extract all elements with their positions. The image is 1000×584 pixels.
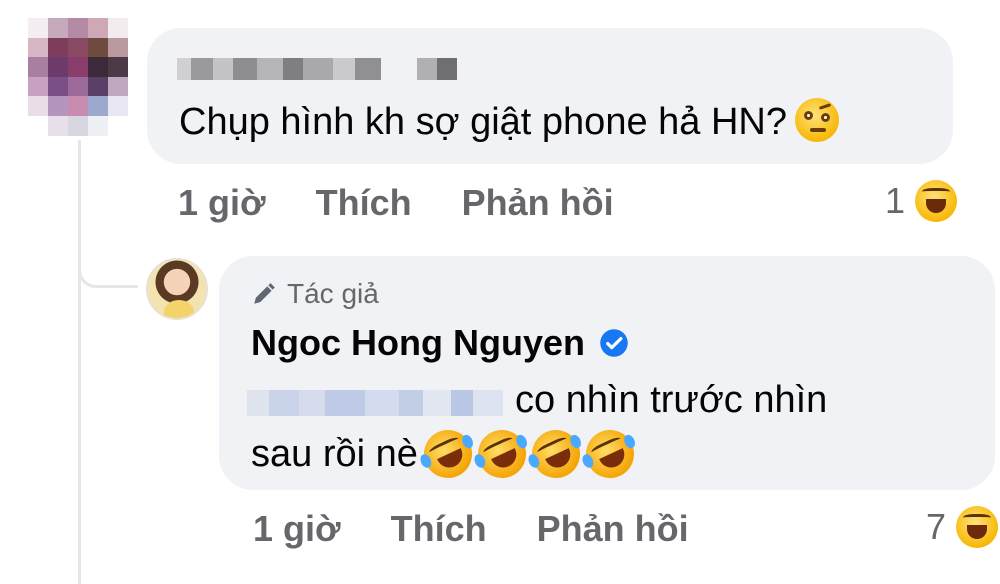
rofl-emoji-icon (415, 422, 480, 486)
reply-actions: 1 giờ Thích Phản hồi (253, 508, 689, 550)
author-badge-label: Tác giả (287, 278, 379, 309)
raised-eyebrow-emoji-icon (794, 97, 839, 142)
blurred-commenter-name[interactable] (177, 58, 457, 80)
reaction-count: 1 (885, 180, 906, 221)
commenter-avatar[interactable] (28, 18, 128, 136)
comment-text-content: Chụp hình kh sợ giật phone hả HN? (179, 101, 787, 143)
comment-timestamp[interactable]: 1 giờ (178, 182, 266, 224)
reply-text-line-2-content: sau rồi nè (251, 433, 418, 475)
reply-timestamp[interactable]: 1 giờ (253, 508, 341, 550)
blurred-mention-tag[interactable] (247, 390, 503, 416)
haha-reaction-icon (956, 506, 999, 548)
reply-text-line-2: sau rồi nè (251, 422, 642, 486)
rofl-emoji-icon (577, 422, 642, 486)
pen-icon (254, 283, 275, 304)
rofl-emoji-icon (469, 422, 534, 486)
reply-connector-line (78, 200, 138, 288)
author-name-row: Ngoc Hong Nguyen (251, 322, 629, 364)
verified-badge-icon (600, 329, 628, 357)
reply-button[interactable]: Phản hồi (462, 182, 614, 224)
reply-text-line-1-content: co nhìn trước nhìn (515, 379, 828, 421)
reaction-summary[interactable]: 1 (885, 180, 958, 222)
comment-text: Chụp hình kh sợ giật phone hả HN? (179, 94, 839, 150)
reply-bubble: Tác giả Ngoc Hong Nguyen co nhìn trước n… (219, 256, 995, 490)
rofl-emoji-icon (523, 422, 588, 486)
haha-reaction-icon (915, 180, 958, 222)
author-avatar[interactable] (146, 258, 208, 320)
like-button[interactable]: Thích (316, 182, 412, 224)
comment-bubble: Chụp hình kh sợ giật phone hả HN? (147, 28, 953, 164)
reply-text-line-1: co nhìn trước nhìn (247, 372, 827, 428)
author-name[interactable]: Ngoc Hong Nguyen (251, 322, 585, 364)
reply-reaction-summary[interactable]: 7 (926, 506, 999, 548)
comment-actions: 1 giờ Thích Phản hồi (178, 182, 614, 224)
reply-reaction-count: 7 (926, 506, 947, 547)
author-badge: Tác giả (251, 278, 379, 310)
reply-like-button[interactable]: Thích (391, 508, 487, 550)
reply-reply-button[interactable]: Phản hồi (537, 508, 689, 550)
